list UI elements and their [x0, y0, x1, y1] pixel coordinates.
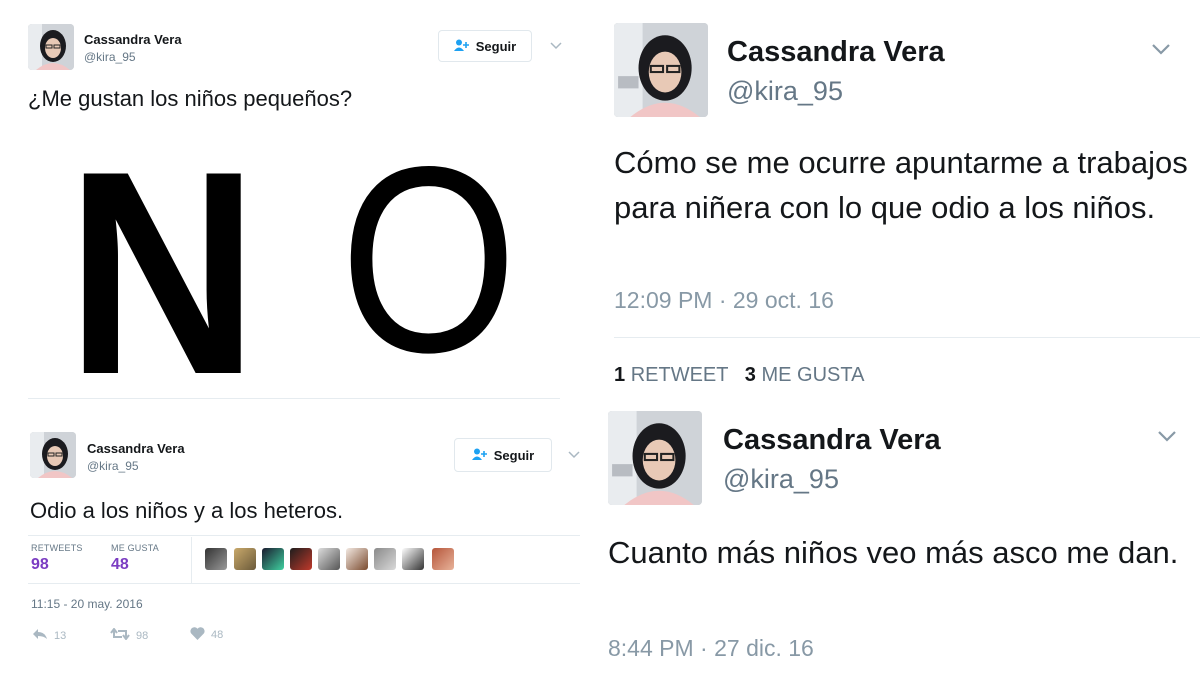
liker-avatar[interactable] — [374, 548, 396, 570]
follow-button[interactable]: Seguir — [454, 438, 552, 472]
retweet-count: 98 — [136, 629, 149, 642]
reply-action[interactable]: 13 — [32, 628, 66, 643]
divider — [28, 583, 580, 584]
liker-avatar[interactable] — [432, 548, 454, 570]
follow-button[interactable]: Seguir — [438, 30, 532, 62]
avatar-photo — [30, 432, 76, 478]
reply-icon — [32, 628, 48, 643]
image-letter-o: O — [340, 112, 518, 400]
liker-avatar[interactable] — [318, 548, 340, 570]
user-name[interactable]: Cassandra Vera — [723, 424, 941, 457]
engagement-counts: 1 RETWEET 3 ME GUSTA — [614, 364, 864, 387]
divider — [614, 337, 1200, 338]
liker-avatar[interactable] — [402, 548, 424, 570]
retweet-icon — [110, 627, 130, 643]
user-name[interactable]: Cassandra Vera — [87, 441, 185, 456]
stats-separator — [191, 537, 192, 583]
image-letter-n: N — [66, 111, 259, 400]
avatar[interactable] — [28, 24, 74, 70]
avatar-photo — [28, 24, 74, 70]
user-handle[interactable]: @kira_95 — [84, 50, 136, 64]
tweet-text: Cómo se me ocurre apuntarme a trabajos p… — [614, 145, 1188, 225]
heart-icon — [190, 627, 205, 643]
user-handle[interactable]: @kira_95 — [723, 464, 839, 495]
tweet-text: Cuanto más niños veo más asco me dan. — [608, 535, 1179, 570]
user-name[interactable]: Cassandra Vera — [84, 32, 182, 47]
divider — [28, 535, 580, 536]
user-handle[interactable]: @kira_95 — [87, 459, 139, 473]
like-action[interactable]: 48 — [190, 627, 223, 643]
liker-avatar[interactable] — [290, 548, 312, 570]
tweet-timestamp[interactable]: 11:15 - 20 may. 2016 — [31, 597, 143, 611]
reply-count: 13 — [54, 629, 67, 642]
likes-label[interactable]: ME GUSTA — [761, 364, 864, 386]
tweet-card-3: Cassandra Vera @kira_95 Cómo se me ocurr… — [592, 0, 1200, 402]
tweet-timestamp[interactable]: 8:44 PM · 27 dic. 16 — [608, 635, 814, 662]
avatar-photo — [608, 411, 702, 505]
tweet-text: ¿Me gustan los niños pequeños? — [28, 86, 353, 111]
avatar-photo — [614, 23, 708, 117]
retweets-count[interactable]: 98 — [31, 556, 49, 574]
user-handle[interactable]: @kira_95 — [727, 76, 843, 107]
follow-user-icon — [453, 39, 470, 54]
avatar[interactable] — [614, 23, 708, 117]
tweet-text: Odio a los niños y a los heteros. — [30, 498, 344, 523]
likes-label: ME GUSTA — [111, 543, 159, 553]
avatar[interactable] — [30, 432, 76, 478]
retweets-label: RETWEETS — [31, 543, 83, 553]
chevron-down-icon[interactable] — [1158, 431, 1176, 442]
tweet-card-2: Cassandra Vera @kira_95 Seguir Odio a lo… — [0, 405, 585, 675]
retweet-action[interactable]: 98 — [110, 627, 149, 643]
tweet-timestamp[interactable]: 12:09 PM · 29 oct. 16 — [614, 287, 834, 314]
chevron-down-icon[interactable] — [568, 451, 580, 459]
likes-number[interactable]: 3 — [745, 364, 756, 386]
follow-user-icon — [471, 448, 488, 463]
follow-label: Seguir — [493, 447, 535, 463]
liker-avatar[interactable] — [234, 548, 256, 570]
tweet-card-1: Cassandra Vera @kira_95 Seguir ¿Me gusta… — [0, 0, 585, 400]
liker-avatar[interactable] — [205, 548, 227, 570]
avatar[interactable] — [608, 411, 702, 505]
liker-avatar[interactable] — [262, 548, 284, 570]
divider — [28, 398, 560, 399]
user-name[interactable]: Cassandra Vera — [727, 36, 945, 69]
likes-count[interactable]: 48 — [111, 556, 129, 574]
tweet-image[interactable]: N O — [28, 128, 568, 400]
tweet-card-4: Cassandra Vera @kira_95 Cuanto más niños… — [592, 402, 1200, 675]
retweets-number[interactable]: 1 — [614, 364, 625, 386]
follow-label: Seguir — [475, 38, 517, 54]
chevron-down-icon[interactable] — [1152, 44, 1170, 55]
like-count: 48 — [211, 629, 224, 641]
retweets-label[interactable]: RETWEET — [631, 364, 728, 386]
chevron-down-icon[interactable] — [550, 42, 562, 50]
liker-avatar[interactable] — [346, 548, 368, 570]
